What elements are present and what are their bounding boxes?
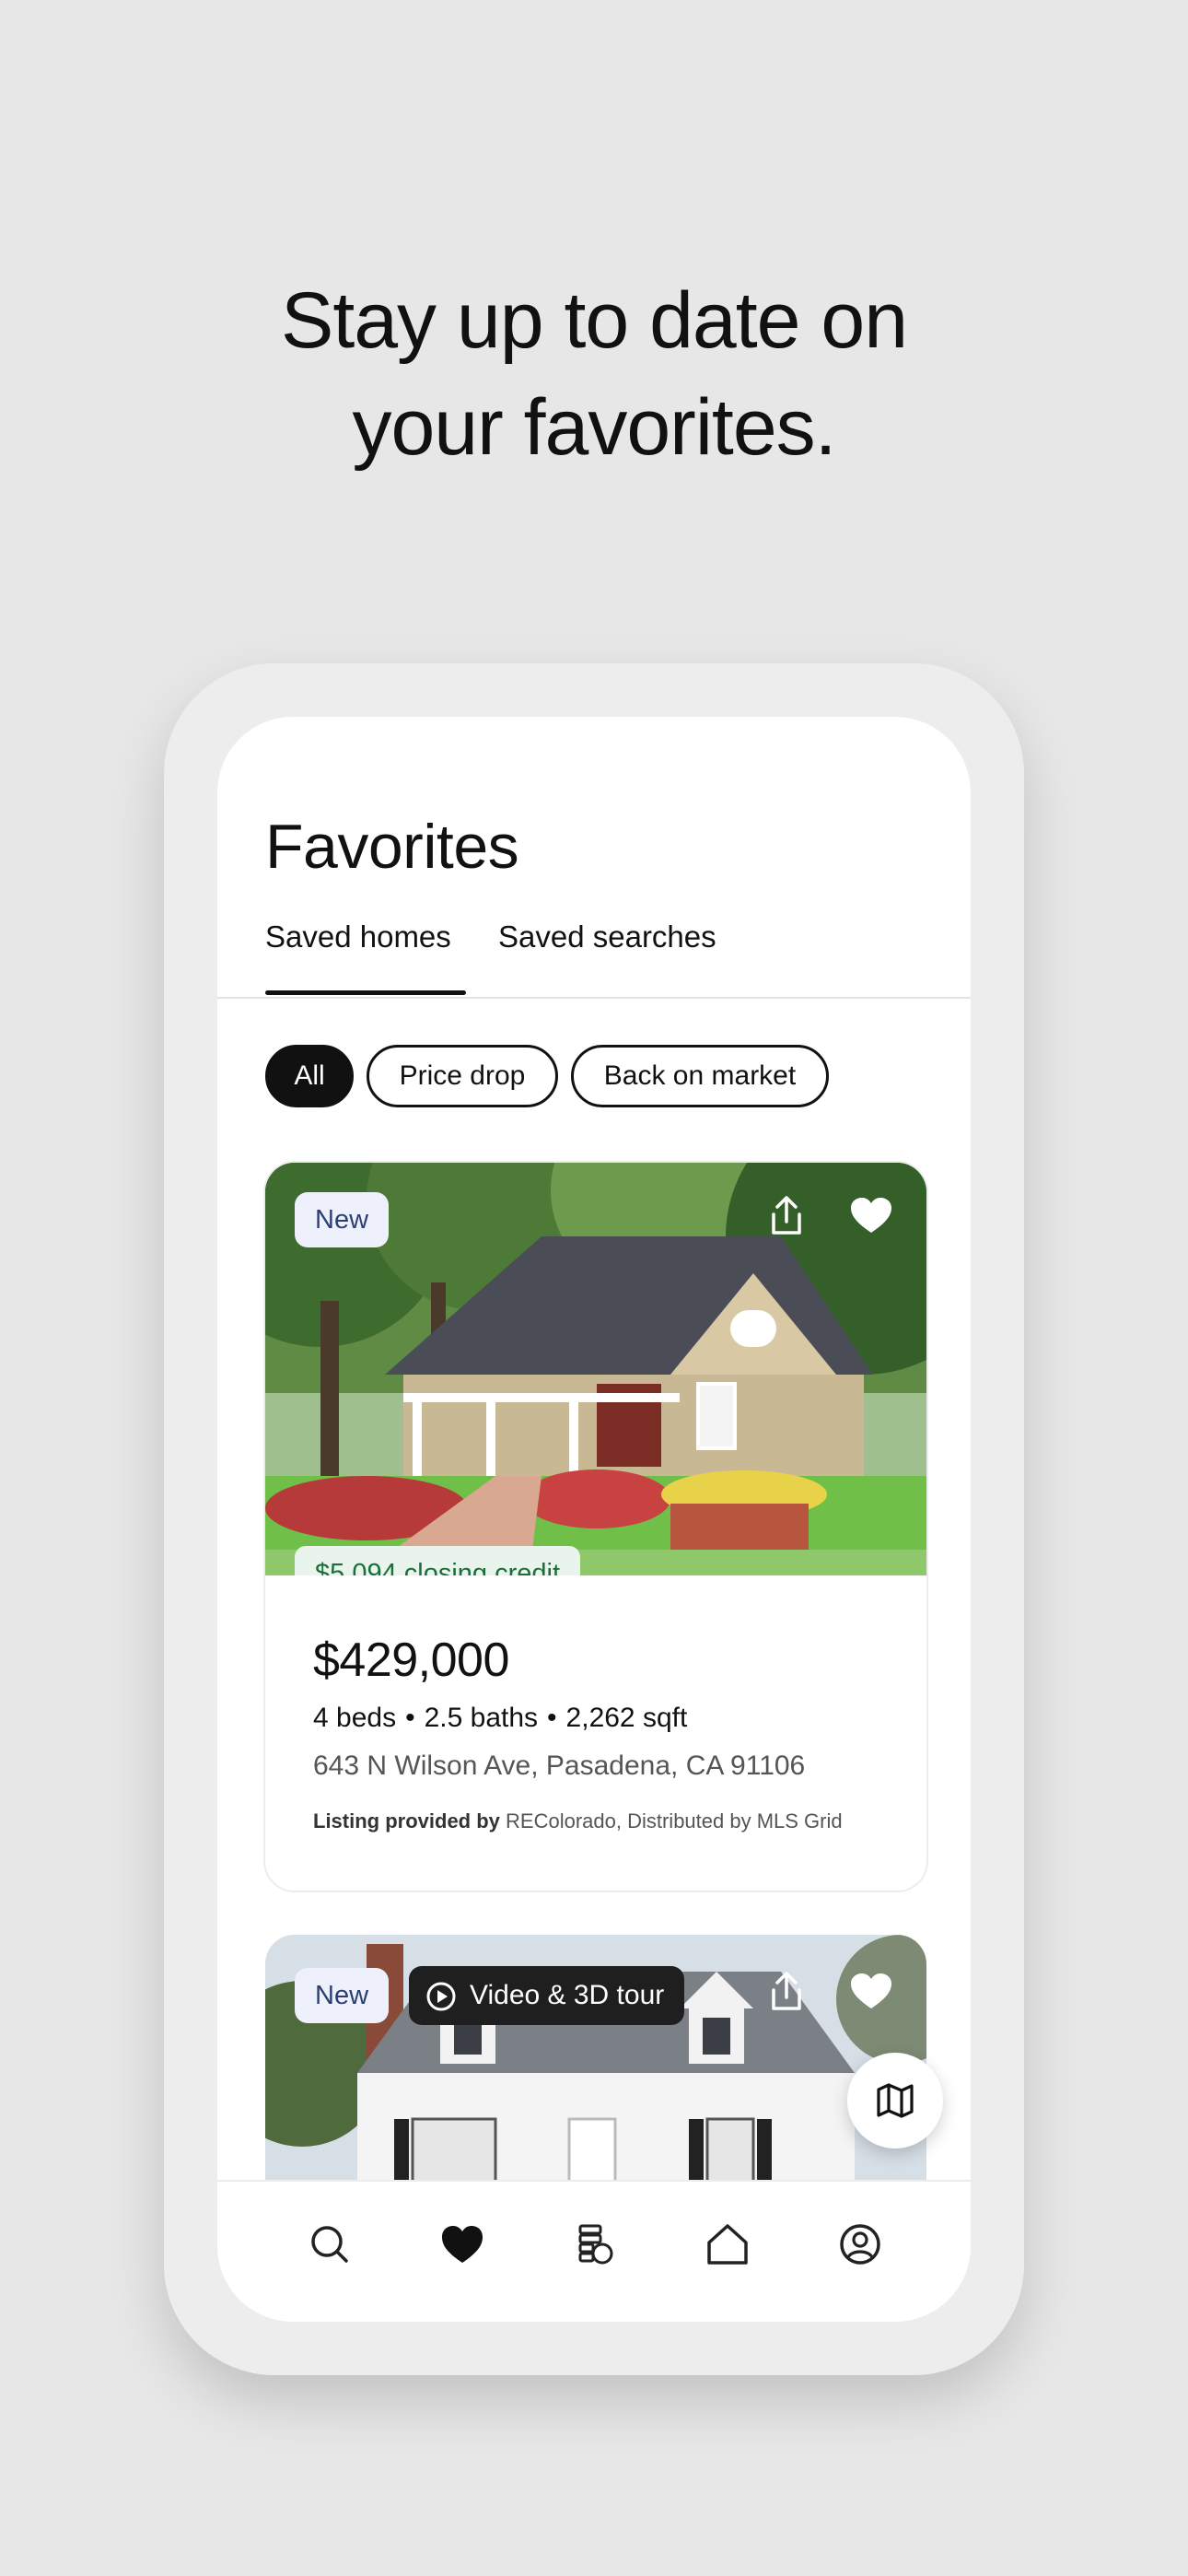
new-badge: New [295,1192,390,1247]
closing-credit-badge: $5,094 closing credit [295,1546,580,1575]
beds-count: 4 beds [313,1703,397,1733]
bottom-navigation [217,2180,971,2322]
favorites-heart-icon[interactable] [435,2217,490,2272]
square-footage: 2,262 sqft [565,1703,688,1733]
separator-dot: • [547,1703,557,1733]
search-icon[interactable] [302,2217,357,2272]
listing-facts: 4 beds • 2.5 baths • 2,262 sqft [313,1703,687,1734]
filter-chip-all[interactable]: All [265,1045,354,1107]
headline-line-2: your favorites. [352,383,836,472]
map-icon [877,2083,914,2118]
tab-saved-searches[interactable]: Saved searches [498,919,716,954]
listing-price: $429,000 [313,1633,509,1687]
home-icon[interactable] [700,2217,755,2272]
tab-bar: Saved homes Saved searches [217,919,971,999]
video-3d-tour-badge[interactable]: Video & 3D tour [409,1966,685,2025]
listing-attribution: Listing provided by REColorado, Distribu… [313,1809,843,1833]
listing-address: 643 N Wilson Ave, Pasadena, CA 91106 [313,1751,806,1781]
filter-chip-back-on-market[interactable]: Back on market [571,1045,829,1107]
coins-icon[interactable] [567,2217,623,2272]
new-badge: New [295,1968,390,2023]
share-icon[interactable] [761,1966,812,2018]
share-icon[interactable] [761,1190,812,1242]
baths-count: 2.5 baths [424,1703,539,1733]
heart-icon[interactable] [845,1966,897,2018]
page-title: Favorites [265,812,519,882]
listing-photo[interactable]: New $5,094 closing credit [265,1163,926,1575]
heart-icon[interactable] [845,1190,897,1242]
profile-icon[interactable] [833,2217,888,2272]
listing-card[interactable]: New $5,094 closing credit $429,000 4 bed… [265,1163,926,1891]
phone-screen: Favorites Saved homes Saved searches All… [217,717,971,2322]
filter-chip-price-drop[interactable]: Price drop [367,1045,558,1107]
headline-line-1: Stay up to date on [280,276,908,365]
tab-saved-homes[interactable]: Saved homes [265,919,466,995]
map-view-button[interactable] [847,2053,943,2149]
listing-provided-by-label: Listing provided by [313,1809,500,1832]
separator-dot: • [405,1703,415,1733]
listing-provider: REColorado, Distributed by MLS Grid [506,1809,843,1832]
headline: Stay up to date on your favorites. [0,267,1188,481]
video-3d-tour-label: Video & 3D tour [470,1980,665,2010]
play-icon [426,1982,456,2011]
listing-card[interactable]: New Video & 3D tour [265,1935,926,2211]
